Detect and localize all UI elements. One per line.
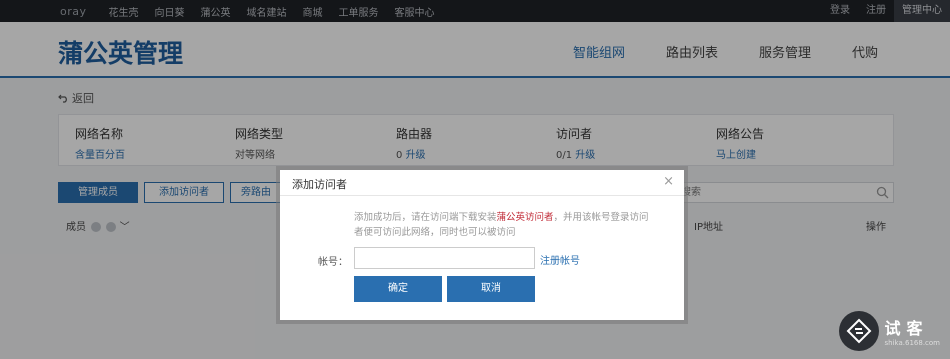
- add-visitor-dialog: 添加访问者 × 添加成功后，请在访问端下载安装蒲公英访问者，并用该帐号登录访问者…: [280, 170, 684, 320]
- watermark-title: 试客: [884, 319, 929, 338]
- watermark-logo-icon: [838, 311, 879, 351]
- cancel-button[interactable]: 取消: [447, 276, 535, 302]
- dialog-header: 添加访问者 ×: [280, 170, 684, 196]
- dialog-title: 添加访问者: [292, 178, 347, 191]
- watermark: 试客 shika.6168.com: [838, 311, 940, 351]
- close-icon[interactable]: ×: [663, 174, 674, 189]
- dialog-desc-before: 添加成功后，请在访问端下载安装: [354, 212, 497, 223]
- account-label: 帐号：: [318, 257, 348, 268]
- watermark-text: 试客 shika.6168.com: [885, 315, 940, 347]
- dialog-description: 添加成功后，请在访问端下载安装蒲公英访问者，并用该帐号登录访问者便可访问此网络，…: [354, 210, 654, 240]
- watermark-domain: shika.6168.com: [884, 339, 940, 347]
- register-account-link[interactable]: 注册帐号: [540, 252, 580, 267]
- confirm-button[interactable]: 确定: [354, 276, 442, 302]
- account-input[interactable]: [354, 247, 535, 269]
- watermark-s-icon: [846, 318, 871, 344]
- dialog-desc-highlight: 蒲公英访问者: [496, 212, 554, 223]
